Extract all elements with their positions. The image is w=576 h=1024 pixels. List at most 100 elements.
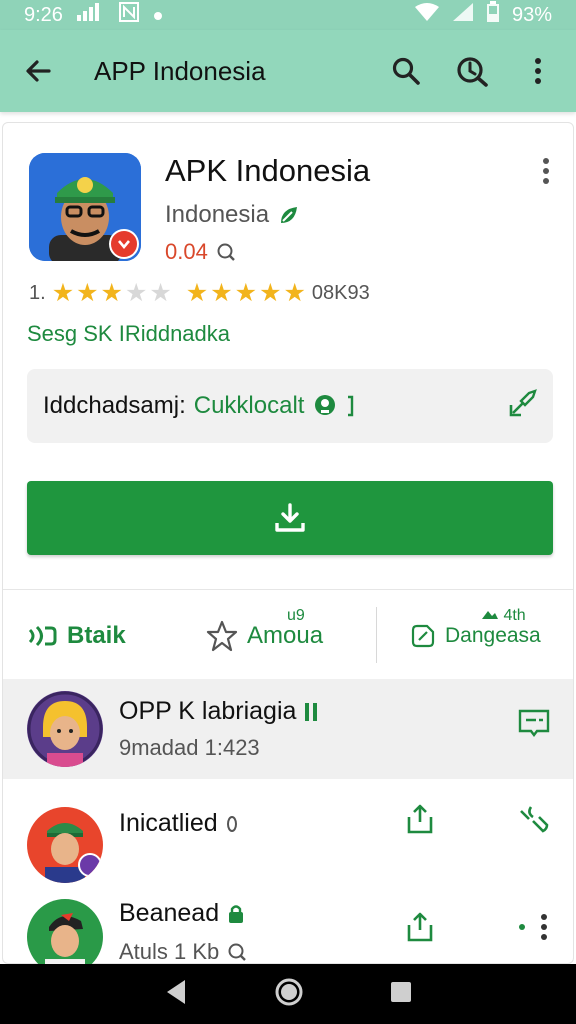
history-button[interactable] xyxy=(452,51,492,91)
mountain-icon xyxy=(482,611,498,619)
share-button[interactable] xyxy=(405,911,435,948)
link-button[interactable] xyxy=(517,803,551,842)
list-item-name: OPP K labriagia xyxy=(119,697,297,725)
star-icon: ★ xyxy=(76,279,99,307)
screenshot-icon xyxy=(518,709,550,737)
verified-badge xyxy=(109,229,139,259)
nav-home-icon xyxy=(275,978,303,1005)
avatar xyxy=(27,807,103,883)
download-icon xyxy=(275,503,305,532)
list-item-sub-text: Atuls 1 Kb xyxy=(119,939,220,964)
wifi-icon xyxy=(414,2,440,28)
star-icon: ★ xyxy=(210,279,233,307)
info-glyph-icon xyxy=(226,815,237,832)
star-icon: ★ xyxy=(51,279,75,307)
list-item-subtitle: 9madad 1:423 xyxy=(119,735,260,760)
overflow-menu-button[interactable] xyxy=(518,51,558,91)
install-button[interactable] xyxy=(27,481,553,555)
share-icon xyxy=(407,912,433,942)
app-header: APK Indonesia Indonesia 0.04 xyxy=(29,153,551,264)
star-icon: ★ xyxy=(124,279,148,307)
info-value-group: Cukklocalt xyxy=(194,392,357,420)
more-vert-icon xyxy=(519,914,547,940)
list-item-title: OPP K labriagia xyxy=(119,697,318,726)
lock-icon xyxy=(229,904,244,923)
search-icon xyxy=(392,57,420,85)
open-external-icon xyxy=(509,388,537,416)
pause-icon xyxy=(305,702,318,721)
app-bar: APP Indonesia xyxy=(0,30,576,112)
tab-details-label: Btaik xyxy=(67,622,126,649)
signal-icon xyxy=(76,3,105,27)
tab-separator xyxy=(376,607,377,663)
edit-note-icon xyxy=(411,624,435,648)
developer-name: Indonesia xyxy=(165,201,270,228)
divider xyxy=(3,589,573,590)
status-time: 9:26 xyxy=(24,3,63,26)
star-icon: ★ xyxy=(149,279,172,307)
app-overflow-button[interactable] xyxy=(541,157,551,190)
app-name: APK Indonesia xyxy=(165,153,371,188)
avatar-image xyxy=(27,691,103,767)
app-bar-title: APP Indonesia xyxy=(94,55,266,86)
rating-row: 1. ★ ★ ★ ★ ★ ★ ★ ★ ★ ★ 08K93 xyxy=(29,281,370,306)
bracket-icon xyxy=(348,395,354,417)
star-icon: ★ xyxy=(283,279,306,307)
dot-icon xyxy=(153,4,163,27)
list-item-title: Beanead xyxy=(119,899,245,928)
tab-details[interactable]: Btaik xyxy=(27,593,126,679)
share-button[interactable] xyxy=(405,803,435,840)
info-label: Iddchadsamj: xyxy=(43,392,186,419)
info-box[interactable]: Iddchadsamj: Cukklocalt xyxy=(27,369,553,443)
item-overflow-button[interactable] xyxy=(515,913,551,946)
publisher-link[interactable]: Sesg SK IRiddnadka xyxy=(27,321,230,347)
list-item[interactable]: OPP K labriagia 9madad 1:423 xyxy=(3,679,573,779)
nav-recents-icon xyxy=(391,981,412,1002)
share-icon xyxy=(407,804,433,834)
history-search-icon xyxy=(457,57,488,87)
back-button[interactable] xyxy=(18,51,58,91)
tab-reviews-superscript: u9 xyxy=(287,607,305,624)
star-outline-icon xyxy=(206,620,238,652)
list-item-name: Inicatlied xyxy=(119,809,218,837)
broadcast-icon xyxy=(28,625,57,647)
info-value: Cukklocalt xyxy=(193,392,305,419)
link-icon xyxy=(520,806,549,833)
list-item-subtitle: Atuls 1 Kb xyxy=(119,939,247,965)
more-vert-icon xyxy=(535,58,541,84)
app-icon xyxy=(29,153,141,261)
tab-changes-superscript: 4th xyxy=(481,607,526,625)
check-icon xyxy=(118,240,130,250)
developer-link[interactable]: Indonesia xyxy=(165,201,301,229)
list-item-title: Inicatlied xyxy=(119,809,238,838)
list-item[interactable]: Inicatlied xyxy=(3,779,573,883)
search-icon xyxy=(228,943,247,961)
battery-percent: 93% xyxy=(511,3,552,26)
list-item-name: Beanead xyxy=(119,899,220,927)
status-bar: 9:26 93% xyxy=(0,0,576,30)
avatar-image xyxy=(27,807,103,883)
star-icon: ★ xyxy=(259,279,282,307)
app-detail-card: APK Indonesia Indonesia 0.04 1. ★ ★ ★ ★ … xyxy=(2,122,574,975)
screenshot-button[interactable] xyxy=(517,707,551,742)
nav-back-button[interactable] xyxy=(163,978,189,1011)
open-external-button[interactable] xyxy=(507,387,539,426)
star-icon: ★ xyxy=(234,279,258,307)
rating-stars-left: ★ ★ ★ ★ ★ xyxy=(52,281,172,306)
info-search-icon xyxy=(217,243,235,261)
rating-stars-right: ★ ★ ★ ★ ★ xyxy=(186,281,306,306)
star-icon: ★ xyxy=(100,279,123,307)
tab-reviews[interactable]: Amoua u9 xyxy=(205,593,323,679)
back-arrow-icon xyxy=(26,60,51,82)
nav-recents-button[interactable] xyxy=(389,980,413,1009)
cell-signal-icon xyxy=(452,2,474,28)
nav-back-icon xyxy=(166,979,185,1004)
star-icon: ★ xyxy=(185,279,209,307)
search-button[interactable] xyxy=(386,51,426,91)
notification-icon xyxy=(118,2,139,28)
rating-count: 08K93 xyxy=(311,282,370,304)
location-icon xyxy=(315,395,336,415)
tab-bar: Btaik Amoua u9 Dangeasa 4th xyxy=(3,593,573,679)
nav-home-button[interactable] xyxy=(274,977,304,1012)
tab-changes[interactable]: Dangeasa 4th xyxy=(409,593,541,679)
